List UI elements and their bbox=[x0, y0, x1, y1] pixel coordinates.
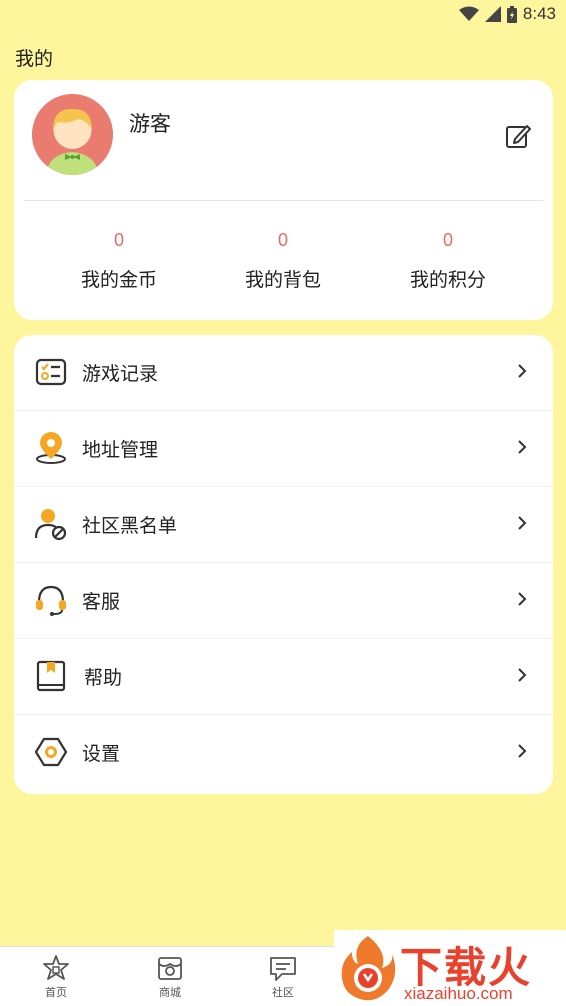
headset-icon bbox=[36, 585, 66, 616]
game-record-icon bbox=[35, 358, 67, 386]
watermark: 下载火 xiazaihuo.com bbox=[334, 930, 566, 1006]
tab-home[interactable]: 首页 bbox=[16, 947, 96, 1006]
settings-hexagon-icon bbox=[34, 737, 68, 767]
stat-backpack[interactable]: 0 我的背包 bbox=[218, 230, 348, 292]
tab-shop[interactable]: 商城 bbox=[130, 947, 210, 1006]
stat-label: 我的积分 bbox=[409, 269, 486, 291]
menu-label: 社区黑名单 bbox=[82, 515, 178, 537]
edit-profile-button[interactable] bbox=[505, 122, 531, 150]
location-pin-icon bbox=[36, 432, 66, 464]
tab-community[interactable]: 社区 bbox=[243, 947, 323, 1006]
flame-logo-icon bbox=[341, 936, 396, 1001]
stat-coins[interactable]: 0 我的金币 bbox=[54, 230, 184, 292]
chevron-right-icon bbox=[518, 364, 527, 378]
username: 游客 bbox=[129, 112, 171, 136]
tab-label: 首页 bbox=[45, 986, 67, 999]
status-bar: 8:43 bbox=[0, 0, 566, 30]
chat-icon bbox=[270, 957, 296, 981]
menu-label: 地址管理 bbox=[82, 439, 159, 461]
menu-item-address[interactable]: 地址管理 bbox=[14, 411, 553, 487]
watermark-url: xiazaihuo.com bbox=[404, 984, 513, 1003]
page-title: 我的 bbox=[15, 48, 54, 70]
stat-value: 0 bbox=[277, 230, 288, 250]
tab-label: 商城 bbox=[159, 986, 181, 999]
tab-label: 社区 bbox=[272, 986, 294, 999]
menu-card: 游戏记录 地址管理 社区黑名单 客服 帮助 设置 bbox=[14, 335, 553, 794]
profile-card: 游客 0 我的金币 0 我的背包 0 我的积分 bbox=[14, 80, 553, 320]
menu-item-customer-service[interactable]: 客服 bbox=[14, 563, 553, 639]
menu-label: 游戏记录 bbox=[82, 363, 159, 385]
help-book-icon bbox=[36, 660, 66, 692]
stat-points[interactable]: 0 我的积分 bbox=[383, 230, 513, 292]
stat-label: 我的背包 bbox=[244, 269, 321, 291]
stat-label: 我的金币 bbox=[80, 269, 157, 291]
chevron-right-icon bbox=[518, 592, 527, 606]
shop-icon bbox=[158, 957, 182, 980]
menu-label: 帮助 bbox=[84, 667, 123, 689]
chevron-right-icon bbox=[518, 516, 527, 530]
avatar[interactable] bbox=[32, 94, 113, 175]
edit-icon bbox=[506, 125, 531, 148]
menu-item-help[interactable]: 帮助 bbox=[14, 639, 553, 715]
stat-value: 0 bbox=[113, 230, 124, 250]
signal-icon bbox=[484, 6, 501, 22]
status-time: 8:43 bbox=[522, 4, 556, 23]
chevron-right-icon bbox=[518, 744, 527, 758]
stat-value: 0 bbox=[442, 230, 453, 250]
user-block-icon bbox=[34, 509, 67, 541]
battery-icon bbox=[506, 5, 517, 23]
divider bbox=[24, 200, 543, 201]
menu-label: 设置 bbox=[82, 743, 121, 765]
chevron-right-icon bbox=[518, 668, 527, 682]
wifi-icon bbox=[458, 6, 479, 21]
home-icon bbox=[43, 955, 69, 980]
menu-item-settings[interactable]: 设置 bbox=[14, 715, 553, 791]
menu-item-blacklist[interactable]: 社区黑名单 bbox=[14, 487, 553, 563]
menu-label: 客服 bbox=[82, 591, 121, 613]
menu-item-game-record[interactable]: 游戏记录 bbox=[14, 335, 553, 411]
chevron-right-icon bbox=[518, 440, 527, 454]
